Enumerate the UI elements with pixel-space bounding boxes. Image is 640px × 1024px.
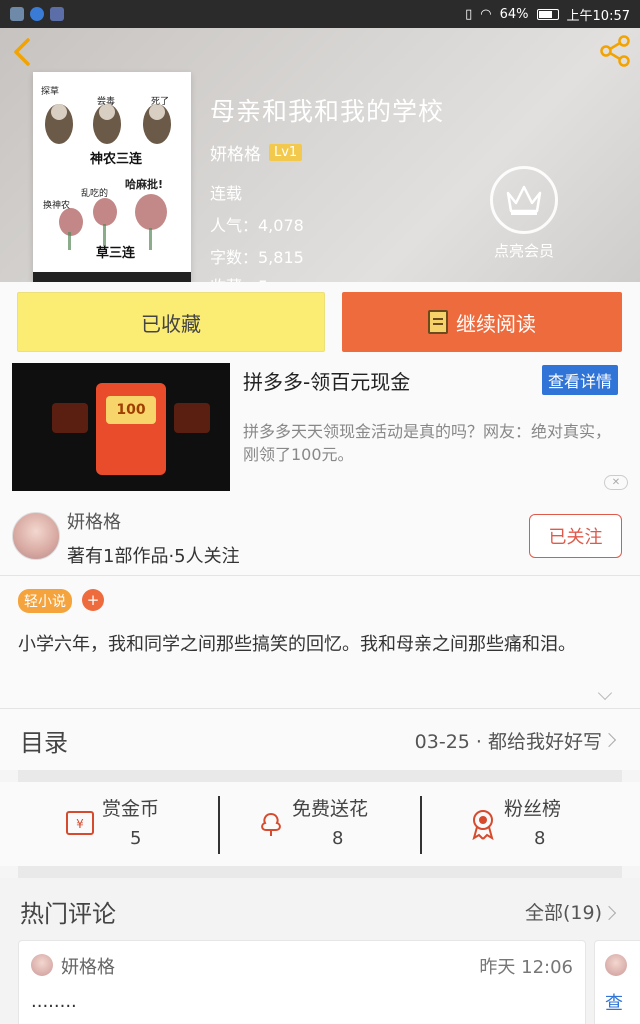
fan-rank-label: 粉丝榜 <box>504 798 562 820</box>
comment-card[interactable]: 妍格格 昨天 12:06 ........ <box>18 940 586 1024</box>
chevron-right-icon <box>601 732 617 748</box>
expand-chevron-icon[interactable] <box>597 685 613 701</box>
clock: 上午10:57 <box>566 8 630 24</box>
cover-bottom-bar <box>33 272 191 282</box>
fan-rank-stat[interactable]: 粉丝榜 8 <box>468 794 628 858</box>
comment-card[interactable]: 查 <box>594 940 640 1024</box>
cover-text: 探草 <box>41 87 60 97</box>
svg-text:¥: ¥ <box>76 817 84 831</box>
battery-percent: 64% <box>499 6 529 22</box>
favorited-button[interactable]: 已收藏 <box>17 292 325 352</box>
chevron-right-icon <box>601 905 617 921</box>
cover-caption-bottom: 草三连 <box>96 246 136 261</box>
status-notification-icons <box>10 7 64 21</box>
share-icon[interactable] <box>598 34 632 68</box>
continue-reading-button[interactable]: 继续阅读 <box>342 292 622 352</box>
book-header: 探草 尝毒 死了 神农三连 哈麻批! 乱吃的 换神农 草三连 母亲和我和我的学校… <box>0 28 640 282</box>
book-author-name[interactable]: 妍格格 <box>210 140 261 165</box>
section-divider <box>18 866 622 878</box>
cover-caption-top: 神农三连 <box>90 152 143 167</box>
reward-coin-value: 5 <box>130 828 142 849</box>
comment-user: 妍格格 <box>61 957 115 978</box>
intro-text: 小学六年，我和同学之间那些搞笑的回忆。我和母亲之间那些痛和泪。 <box>18 634 576 655</box>
comment-time: 昨天 12:06 <box>479 957 573 978</box>
book-favorites: 收藏：5 <box>210 273 268 282</box>
flower-value: 8 <box>332 828 344 849</box>
browser-app-icon <box>30 7 44 21</box>
fan-rank-value: 8 <box>534 828 546 849</box>
back-arrow-icon[interactable] <box>10 36 36 68</box>
reward-coin-icon: ¥ <box>66 811 94 835</box>
wifi-icon: ◠ <box>480 6 492 22</box>
comment-avatar[interactable] <box>31 954 53 976</box>
follow-button[interactable]: 已关注 <box>529 514 622 558</box>
flower-label: 免费送花 <box>292 798 369 820</box>
book-status: 连载 <box>210 184 243 203</box>
tag-light-novel[interactable]: 轻小说 <box>18 589 72 613</box>
reward-coin-stat[interactable]: ¥ 赏金币 5 <box>64 794 224 858</box>
book-author-line: 妍格格 Lv1 <box>210 140 303 165</box>
stats-row: ¥ 赏金币 5 免费送花 8 粉丝榜 8 <box>0 782 640 866</box>
author-card: 妍格格 著有1部作品·5人关注 已关注 <box>0 496 640 576</box>
comment-avatar <box>605 954 627 976</box>
book-icon <box>428 310 448 334</box>
toc-latest-chapter: 03-25 · 都给我好好写 <box>414 731 602 753</box>
cover-text: 乱吃的 <box>81 189 109 199</box>
cover-text: 换神农 <box>43 201 71 211</box>
vip-label: 点亮会员 <box>493 242 554 260</box>
action-buttons: 已收藏 继续阅读 <box>0 282 640 356</box>
book-intro: 轻小说 + 小学六年，我和同学之间那些搞笑的回忆。我和母亲之间那些痛和泪。 <box>0 576 640 708</box>
battery-icon <box>536 8 559 20</box>
stat-divider <box>218 796 220 854</box>
ad-banner[interactable]: 100 拼多多-领百元现金 查看详情 拼多多天天领现金活动是真的吗？网友：绝对真… <box>0 356 640 496</box>
ad-image[interactable]: 100 <box>12 363 230 491</box>
flower-icon <box>261 812 281 836</box>
cloud-app-icon <box>10 7 24 21</box>
ad-title: 拼多多-领百元现金 <box>243 370 411 394</box>
ad-close-icon[interactable]: ✕ <box>604 475 628 490</box>
notification-app-icon <box>50 7 64 21</box>
cover-text: 尝毒 <box>97 97 116 107</box>
cover-text: 死了 <box>151 97 170 107</box>
book-cover[interactable]: 探草 尝毒 死了 神农三连 哈麻批! 乱吃的 换神农 草三连 <box>33 72 191 282</box>
flower-stat[interactable]: 免费送花 8 <box>256 794 416 858</box>
ad-coin-value: 100 <box>106 396 156 424</box>
comments-title: 热门评论 <box>20 900 116 928</box>
stat-divider <box>420 796 422 854</box>
comment-body: ........ <box>31 991 77 1012</box>
ad-description: 拼多多天天领现金活动是真的吗？网友：绝对真实，刚领了100元。 <box>243 422 612 464</box>
hot-comments: 热门评论 全部(19) 妍格格 昨天 12:06 ........ 查 <box>0 878 640 1024</box>
book-popularity: 人气：4,078 <box>210 216 304 235</box>
author-stats: 著有1部作品·5人关注 <box>67 546 240 567</box>
author-level-badge: Lv1 <box>269 144 303 161</box>
toc-title: 目录 <box>20 729 68 757</box>
continue-reading-label: 继续阅读 <box>456 311 536 336</box>
ad-image-decoration <box>52 403 88 433</box>
status-bar: ▯ ◠ 64% 上午10:57 <box>0 0 640 28</box>
ad-image-decoration <box>174 403 210 433</box>
section-divider <box>18 770 622 782</box>
comment-view-link[interactable]: 查 <box>605 989 623 1015</box>
ad-detail-button[interactable]: 查看详情 <box>541 365 618 395</box>
vip-button[interactable]: 点亮会员 <box>488 166 560 261</box>
add-tag-button[interactable]: + <box>82 589 104 611</box>
author-name[interactable]: 妍格格 <box>67 508 121 534</box>
table-of-contents-row[interactable]: 目录 03-25 · 都给我好好写 <box>0 708 640 770</box>
crown-icon <box>490 166 558 234</box>
all-comments-link[interactable]: 全部(19) <box>525 898 602 925</box>
author-avatar[interactable] <box>12 512 60 560</box>
book-word-count: 字数：5,815 <box>210 248 304 267</box>
reward-coin-label: 赏金币 <box>102 798 160 820</box>
fan-rank-medal-icon <box>472 810 494 840</box>
cover-text: 哈麻批! <box>125 178 164 191</box>
book-title: 母亲和我和我的学校 <box>210 97 445 126</box>
vibrate-icon: ▯ <box>465 6 473 22</box>
